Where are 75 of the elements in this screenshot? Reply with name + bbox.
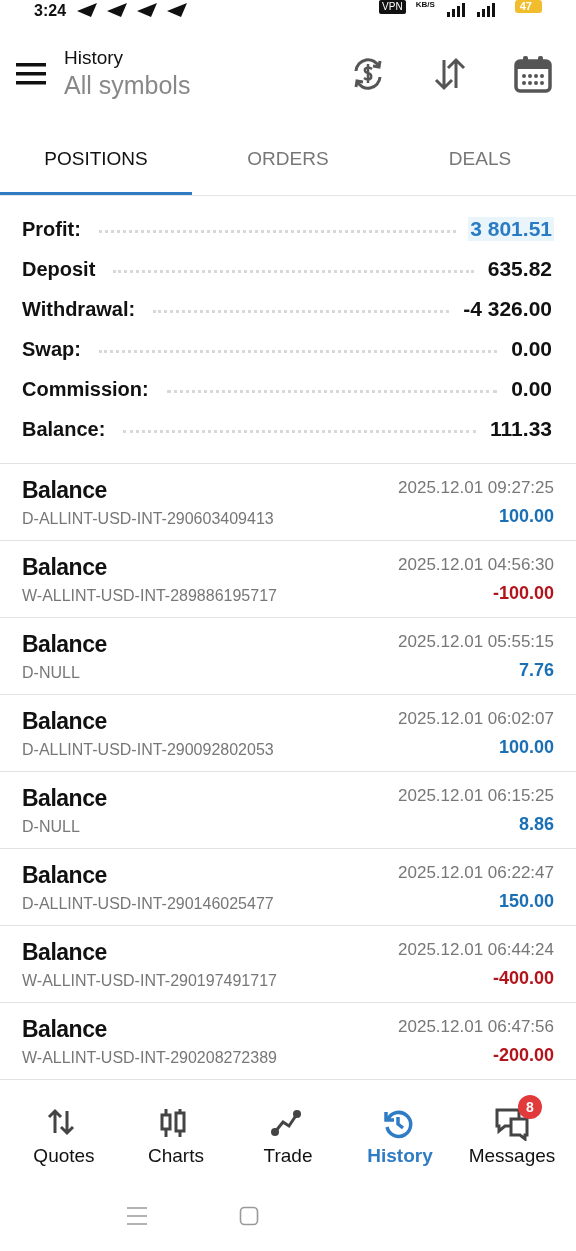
deal-comment: D-ALLINT-USD-INT-290146025477	[22, 894, 274, 913]
deal-type: Balance	[22, 861, 108, 889]
nav-tab[interactable]: 8 Messages	[456, 1093, 568, 1167]
summary-value: -4 326.00	[462, 297, 553, 321]
deal-type: Balance	[22, 476, 108, 504]
deal-time: 2025.12.01 06:44:24	[398, 939, 554, 960]
deal-comment: W-ALLINT-USD-INT-289886195717	[22, 586, 277, 605]
vpn-badge: VPN	[379, 0, 406, 14]
summary-label: Deposit	[22, 257, 96, 281]
summary-label: Swap:	[22, 337, 81, 361]
deal-comment: D-NULL	[22, 663, 81, 682]
deal-amount: -100.00	[491, 582, 554, 604]
deal-amount: -200.00	[491, 1044, 554, 1066]
screen-title: History	[64, 47, 125, 69]
deal-amount: -400.00	[491, 967, 554, 989]
deal-type: Balance	[22, 938, 108, 966]
deal-row[interactable]: Balance W-ALLINT-USD-INT-290197491717 2025.12.01 06:44:24 -400.00	[0, 926, 576, 1003]
deal-amount: 100.00	[497, 736, 554, 758]
send-icon	[136, 3, 159, 17]
calendar-icon[interactable]	[514, 54, 552, 93]
deal-time: 2025.12.01 06:22:47	[398, 862, 554, 883]
deal-row[interactable]: Balance D-NULL 2025.12.01 05:55:15 7.76	[0, 618, 576, 695]
deal-comment: D-NULL	[22, 817, 81, 836]
deal-time: 2025.12.01 06:15:25	[398, 785, 554, 806]
sort-icon[interactable]	[432, 55, 468, 92]
summary-label: Balance:	[22, 417, 106, 441]
summary-label: Withdrawal:	[22, 297, 136, 321]
nav-tab[interactable]: Quotes	[8, 1093, 120, 1167]
battery-level: 47	[514, 0, 542, 13]
summary-value: 0.00	[510, 377, 553, 401]
summary-value: 0.00	[510, 337, 553, 361]
deal-row[interactable]: Balance D-ALLINT-USD-INT-290092802053 2025.12.01 06:02:07 100.00	[0, 695, 576, 772]
deal-amount: 150.00	[497, 890, 554, 912]
summary-value: 3 801.51	[468, 217, 554, 241]
deal-time: 2025.12.01 06:47:56	[398, 1016, 554, 1037]
deal-comment: D-ALLINT-USD-INT-290092802053	[22, 740, 274, 759]
deal-time: 2025.12.01 05:55:15	[398, 631, 554, 652]
deal-row[interactable]: Balance W-ALLINT-USD-INT-290208272389 2025.12.01 06:47:56 -200.00	[0, 1003, 576, 1079]
nav-tab[interactable]: Charts	[120, 1093, 232, 1167]
deal-comment: W-ALLINT-USD-INT-290208272389	[22, 1048, 277, 1067]
send-icon	[166, 3, 189, 17]
send-icon	[106, 3, 129, 17]
home-icon[interactable]	[239, 1205, 259, 1226]
deal-row[interactable]: Balance D-NULL 2025.12.01 06:15:25 8.86	[0, 772, 576, 849]
deal-type: Balance	[22, 553, 108, 581]
notification-badge: 8	[518, 1095, 542, 1119]
deal-type: Balance	[22, 630, 107, 658]
summary-label: Profit:	[22, 217, 81, 241]
deal-row[interactable]: Balance D-ALLINT-USD-INT-290146025477 2025.12.01 06:22:47 150.00	[0, 849, 576, 926]
deal-comment: D-ALLINT-USD-INT-290603409413	[22, 509, 274, 528]
deal-row[interactable]: Balance D-ALLINT-USD-INT-290603409413 2025.12.01 09:27:25 100.00	[0, 464, 576, 541]
deal-amount: 8.86	[517, 813, 554, 835]
tab[interactable]: ORDERS	[192, 125, 384, 195]
summary-value: 635.82	[486, 257, 553, 281]
menu-icon[interactable]	[16, 62, 46, 85]
deal-time: 2025.12.01 06:02:07	[398, 708, 554, 729]
tab[interactable]: DEALS	[384, 125, 576, 195]
send-icon	[76, 3, 99, 17]
summary-label: Commission:	[22, 377, 149, 401]
deal-type: Balance	[22, 1015, 108, 1043]
clock-time: 3:24	[34, 2, 67, 20]
deal-amount: 7.76	[517, 659, 554, 681]
deal-time: 2025.12.01 04:56:30	[398, 554, 554, 575]
nav-tab[interactable]: Trade	[232, 1093, 344, 1167]
deal-type: Balance	[22, 707, 108, 735]
deal-amount: 100.00	[497, 505, 554, 527]
nav-tab[interactable]: History	[344, 1093, 456, 1167]
deal-type: Balance	[22, 784, 107, 812]
summary-value: 111.33	[489, 417, 553, 441]
deal-row[interactable]: Balance W-ALLINT-USD-INT-289886195717 2025.12.01 04:56:30 -100.00	[0, 541, 576, 618]
deal-comment: W-ALLINT-USD-INT-290197491717	[22, 971, 277, 990]
deal-time: 2025.12.01 09:27:25	[398, 477, 554, 498]
tab[interactable]: POSITIONS	[0, 125, 192, 195]
network-speed: KB/S	[415, 0, 435, 9]
symbol-filter[interactable]: All symbols	[64, 71, 350, 100]
